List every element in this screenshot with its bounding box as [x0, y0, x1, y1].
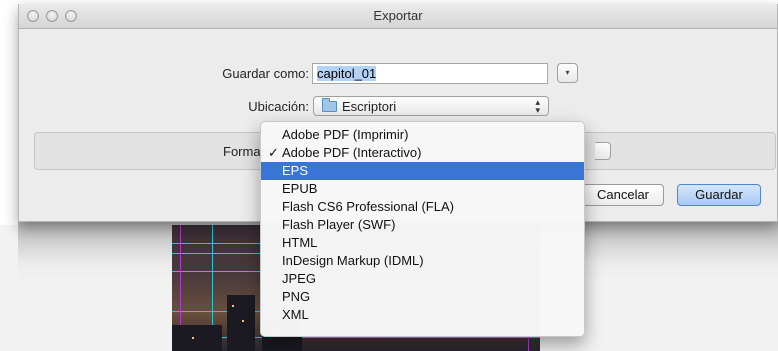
cancel-button[interactable]: Cancelar	[582, 184, 664, 206]
format-popup-edge[interactable]	[595, 142, 611, 160]
title-bar[interactable]: Exportar	[19, 4, 777, 29]
save-as-label: Guardar como:	[222, 66, 309, 81]
menu-item-xml[interactable]: XML	[261, 306, 584, 324]
menu-item-idml[interactable]: InDesign Markup (IDML)	[261, 252, 584, 270]
menu-item-label: XML	[282, 307, 309, 322]
building-silhouette	[227, 295, 255, 351]
location-value: Escriptori	[342, 99, 397, 114]
format-dropdown-menu: Adobe PDF (Imprimir) ✓ Adobe PDF (Interac…	[260, 121, 585, 337]
menu-item-label: InDesign Markup (IDML)	[282, 253, 424, 268]
location-popup[interactable]: Escriptori ▴ ▾	[313, 96, 549, 116]
file-name-value: capitol_01	[317, 66, 377, 81]
updown-arrows-icon: ▴ ▾	[535, 97, 540, 115]
menu-item-label: Flash CS6 Professional (FLA)	[282, 199, 454, 214]
menu-item-label: PNG	[282, 289, 311, 304]
menu-item-png[interactable]: PNG	[261, 288, 584, 306]
building-silhouette	[172, 325, 222, 351]
menu-item-label: HTML	[282, 235, 318, 250]
menu-item-label: JPEG	[282, 271, 316, 286]
menu-item-eps[interactable]: EPS	[261, 162, 584, 180]
city-light	[242, 320, 244, 322]
menu-item-label: EPUB	[282, 181, 318, 196]
checkmark-icon: ✓	[268, 145, 279, 160]
menu-item-flash-swf[interactable]: Flash Player (SWF)	[261, 216, 584, 234]
menu-item-pdf-print[interactable]: Adobe PDF (Imprimir)	[261, 126, 584, 144]
menu-item-jpeg[interactable]: JPEG	[261, 270, 584, 288]
city-light	[232, 305, 234, 307]
file-name-input[interactable]: capitol_01	[312, 63, 548, 84]
menu-item-pdf-interactive[interactable]: ✓ Adobe PDF (Interactivo)	[261, 144, 584, 162]
save-button[interactable]: Guardar	[677, 184, 761, 206]
window-title: Exportar	[373, 8, 423, 23]
menu-item-label: Flash Player (SWF)	[282, 217, 396, 232]
folder-icon	[322, 98, 337, 112]
location-label: Ubicación:	[248, 99, 309, 114]
chevron-down-icon: ▾	[565, 68, 570, 77]
menu-item-label: Adobe PDF (Interactivo)	[282, 145, 422, 160]
city-light	[192, 337, 194, 339]
menu-item-html[interactable]: HTML	[261, 234, 584, 252]
menu-item-label: EPS	[282, 163, 309, 178]
menu-item-label: Adobe PDF (Imprimir)	[282, 127, 409, 142]
menu-item-flash-fla[interactable]: Flash CS6 Professional (FLA)	[261, 198, 584, 216]
menu-item-epub[interactable]: EPUB	[261, 180, 584, 198]
expand-browser-button[interactable]: ▾	[557, 63, 578, 83]
